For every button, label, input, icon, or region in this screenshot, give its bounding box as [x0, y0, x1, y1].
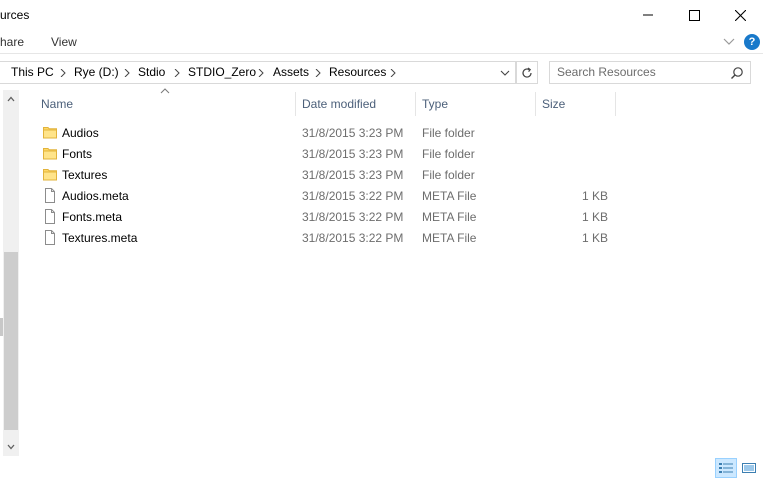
address-row: This PC Rye (D:) Stdio STDIO_Zero Assets… — [0, 54, 763, 90]
file-name: Audios.meta — [62, 189, 129, 203]
file-size: 1 KB — [581, 210, 608, 224]
column-header-name[interactable]: Name — [36, 92, 294, 116]
large-icons-view-icon — [742, 463, 756, 473]
search-box[interactable] — [549, 61, 751, 84]
maximize-icon — [688, 9, 700, 21]
refresh-icon — [522, 67, 532, 78]
large-icons-view-button[interactable] — [738, 458, 760, 478]
folder-icon — [43, 148, 57, 160]
breadcrumb-drive[interactable]: Rye (D:) — [74, 65, 119, 79]
column-header-type-label: Type — [422, 97, 449, 111]
column-header-size-label: Size — [542, 97, 566, 111]
file-date: 31/8/2015 3:23 PM — [302, 168, 404, 182]
file-name: Fonts — [62, 147, 93, 161]
file-type: File folder — [422, 168, 475, 182]
breadcrumb-this-pc[interactable]: This PC — [11, 65, 54, 79]
file-icon — [45, 209, 55, 224]
chevron-right-icon[interactable] — [315, 69, 321, 77]
refresh-button[interactable] — [516, 61, 538, 84]
file-date: 31/8/2015 3:22 PM — [302, 210, 404, 224]
details-view-button[interactable] — [715, 458, 737, 478]
search-icon[interactable] — [730, 66, 744, 80]
scroll-down-arrow-icon[interactable] — [7, 444, 15, 450]
file-name: Audios — [62, 126, 99, 140]
file-date: 31/8/2015 3:22 PM — [302, 189, 404, 203]
file-row[interactable]: Fonts.meta 31/8/2015 3:22 PM META File 1… — [38, 206, 618, 227]
folder-icon — [43, 169, 57, 181]
maximize-button[interactable] — [671, 0, 717, 30]
file-type: META File — [422, 189, 477, 203]
file-date: 31/8/2015 3:23 PM — [302, 147, 404, 161]
file-row[interactable]: Textures.meta 31/8/2015 3:22 PM META Fil… — [38, 227, 618, 248]
scroll-up-arrow-icon[interactable] — [7, 96, 15, 102]
minimize-icon — [643, 14, 653, 16]
column-header-name-label: Name — [41, 97, 74, 111]
column-header-size[interactable]: Size — [536, 92, 615, 116]
file-type: META File — [422, 210, 477, 224]
file-row[interactable]: Fonts 31/8/2015 3:23 PM File folder — [38, 143, 618, 164]
help-icon[interactable]: ? — [744, 34, 760, 50]
file-name: Fonts.meta — [62, 210, 123, 224]
breadcrumb-stdio[interactable]: Stdio — [138, 65, 165, 79]
file-row[interactable]: Audios.meta 31/8/2015 3:22 PM META File … — [38, 185, 618, 206]
file-type: META File — [422, 231, 477, 245]
file-icon — [45, 188, 55, 203]
address-dropdown-icon[interactable] — [500, 70, 510, 77]
close-button[interactable] — [717, 0, 763, 30]
column-header-date[interactable]: Date modified — [296, 92, 415, 116]
navigation-scrollbar[interactable] — [3, 90, 19, 456]
tab-view[interactable]: View — [51, 35, 77, 49]
file-row[interactable]: Textures 31/8/2015 3:23 PM File folder — [38, 164, 618, 185]
title-bar: urces — [0, 0, 763, 30]
chevron-right-icon[interactable] — [390, 69, 396, 77]
file-type: File folder — [422, 147, 475, 161]
file-size: 1 KB — [581, 189, 608, 203]
minimize-button[interactable] — [625, 0, 671, 30]
window-title: urces — [0, 8, 30, 22]
search-input[interactable] — [557, 65, 727, 79]
breadcrumb-assets[interactable]: Assets — [273, 65, 309, 79]
ribbon-expand-chevron-icon[interactable] — [722, 36, 736, 48]
file-size: 1 KB — [581, 231, 608, 245]
breadcrumb-resources[interactable]: Resources — [329, 65, 386, 79]
close-icon — [734, 9, 746, 21]
file-name: Textures.meta — [62, 231, 138, 245]
file-icon — [45, 230, 55, 245]
file-date: 31/8/2015 3:23 PM — [302, 126, 404, 140]
chevron-right-icon[interactable] — [60, 69, 66, 77]
column-divider[interactable] — [615, 92, 616, 116]
chevron-right-icon[interactable] — [258, 69, 264, 77]
folder-icon — [43, 127, 57, 139]
tab-share[interactable]: hare — [0, 35, 24, 49]
column-header-type[interactable]: Type — [416, 92, 535, 116]
breadcrumb-stdio-zero[interactable]: STDIO_Zero — [188, 65, 256, 79]
details-view-icon — [719, 463, 733, 473]
address-bar[interactable]: This PC Rye (D:) Stdio STDIO_Zero Assets… — [0, 61, 516, 84]
file-type: File folder — [422, 126, 475, 140]
scroll-thumb[interactable] — [4, 252, 18, 430]
column-header-date-label: Date modified — [302, 97, 377, 111]
ribbon: hare View ? — [0, 30, 763, 54]
file-name: Textures — [62, 168, 108, 182]
chevron-right-icon[interactable] — [124, 69, 130, 77]
chevron-right-icon[interactable] — [174, 69, 180, 77]
file-row[interactable]: Audios 31/8/2015 3:23 PM File folder — [38, 122, 618, 143]
file-date: 31/8/2015 3:22 PM — [302, 231, 404, 245]
